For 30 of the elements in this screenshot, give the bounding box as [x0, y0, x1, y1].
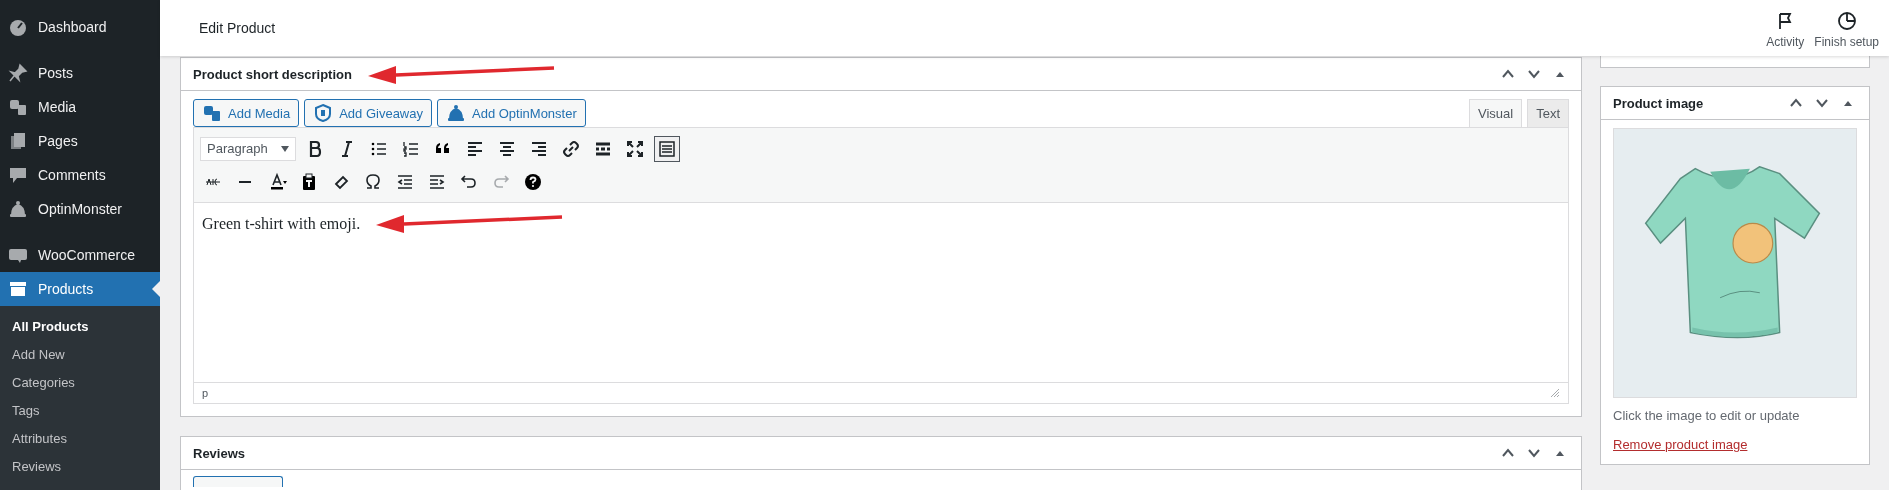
sidebar-item[interactable]: Products — [0, 272, 160, 306]
submenu-item[interactable]: All Products — [0, 314, 160, 342]
panel-title: Product short description — [193, 66, 352, 82]
submenu-item[interactable]: Reviews — [0, 454, 160, 482]
page-title: Edit Product — [199, 20, 277, 36]
panel-title: Product image — [1613, 95, 1704, 111]
submenu-item[interactable]: Add New — [0, 342, 160, 370]
sidebar-item[interactable]: Posts — [0, 56, 160, 90]
submenu-item[interactable]: Categories — [0, 370, 160, 398]
submenu-item[interactable]: Attributes — [0, 426, 160, 454]
media-button[interactable]: Add Giveaway — [304, 99, 432, 127]
description-text[interactable]: Green t-shirt with emoji. — [202, 215, 361, 233]
panel-title: Reviews — [193, 445, 246, 461]
format-select[interactable]: Paragraph — [200, 136, 296, 161]
element-path: p — [202, 387, 209, 399]
editor-tab[interactable]: Text — [1527, 99, 1569, 127]
remove-image-link[interactable]: Remove product image — [1613, 437, 1748, 452]
submenu-item[interactable]: Tags — [0, 398, 160, 426]
sidebar-item[interactable]: Comments — [0, 158, 160, 192]
toolbar-action[interactable]: Finish setup — [1814, 7, 1879, 49]
media-button[interactable]: Add OptinMonster — [437, 99, 586, 127]
sidebar-item[interactable]: OptinMonster — [0, 192, 160, 226]
media-button[interactable]: Add Media — [193, 99, 300, 127]
editor-tab[interactable]: Visual — [1468, 99, 1523, 127]
sidebar-item[interactable]: Pages — [0, 124, 160, 158]
toolbar-action[interactable]: Activity — [1766, 7, 1805, 49]
image-hint: Click the image to edit or update — [1613, 408, 1801, 423]
sidebar-item[interactable]: WooCommerce — [0, 238, 160, 272]
sidebar-item[interactable]: Media — [0, 90, 160, 124]
sidebar-item[interactable]: Dashboard — [0, 10, 160, 44]
